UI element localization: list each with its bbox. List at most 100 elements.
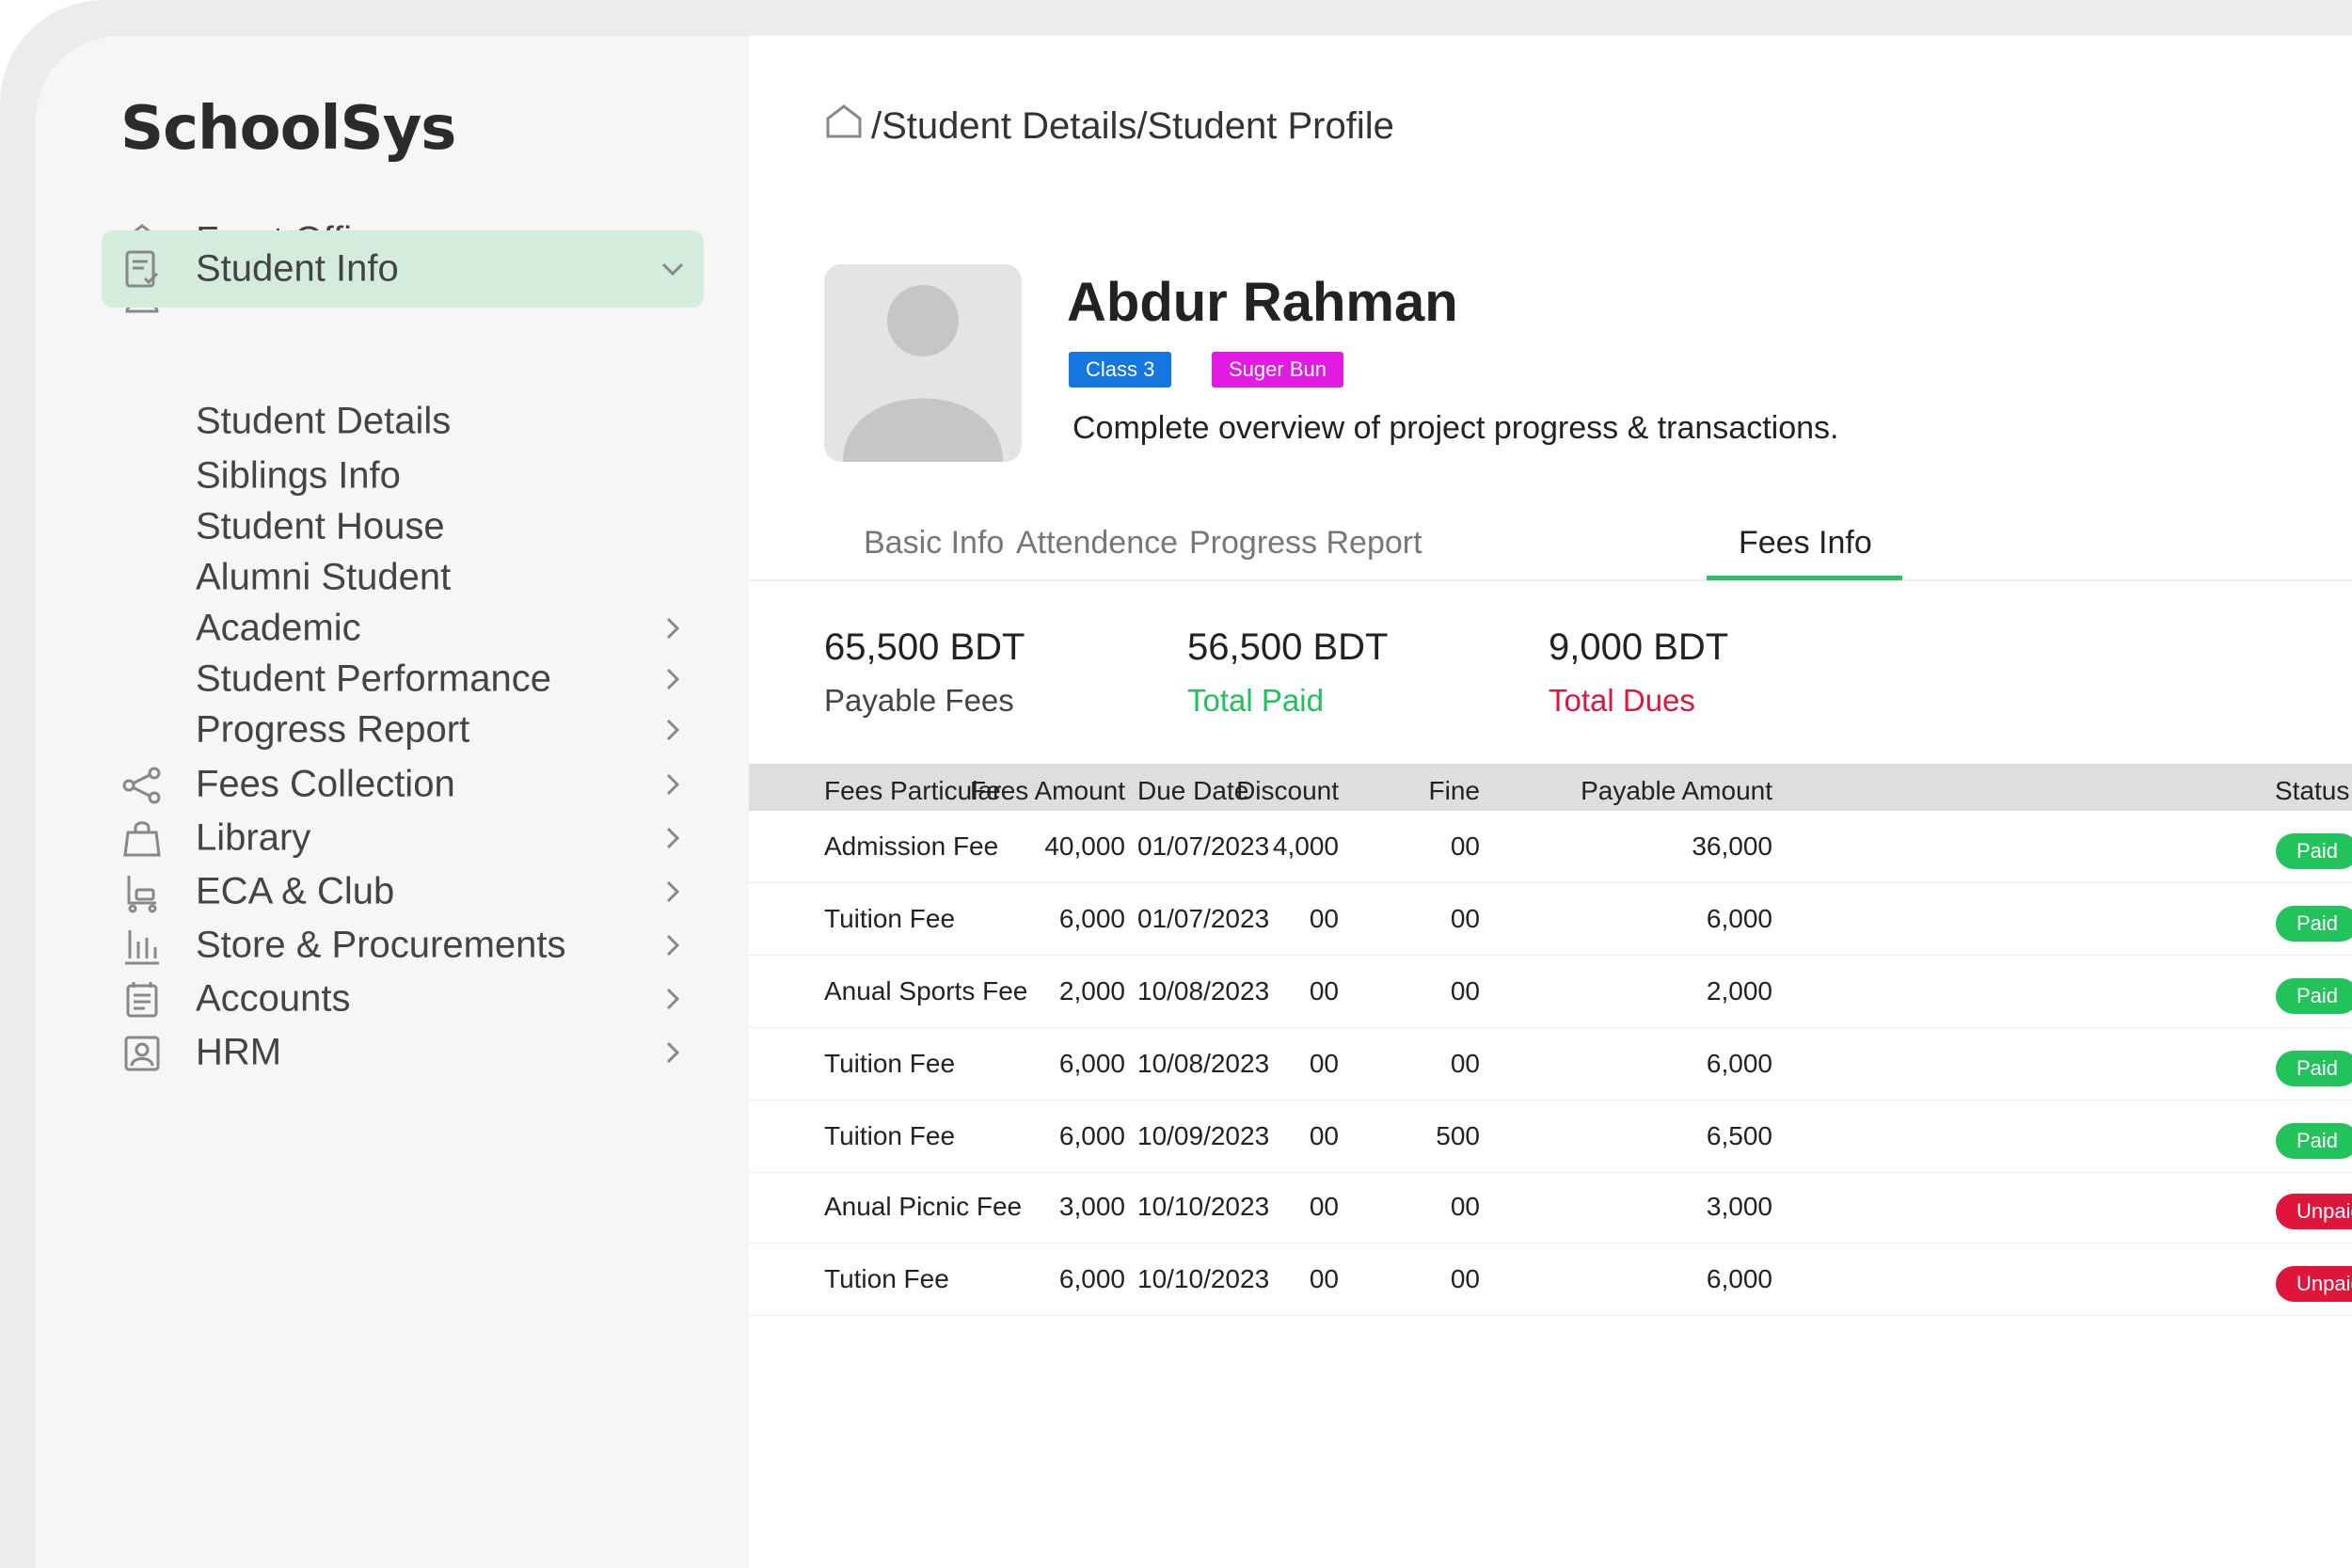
cell-payable-amount: 2,000 [1706,976,1772,1006]
cell-fine: 00 [1450,1192,1480,1221]
table-row: Admission Fee 01/07/2023 40,000 4,000 00 36,0… [749,811,2352,883]
sidebar-item-label: Student Info [196,247,399,290]
cell-fees-particular: Anual Picnic Fee [824,1192,1023,1221]
cell-fees-amount: 40,000 [1044,832,1125,861]
document-check-icon [120,247,164,291]
table-row: Tution Fee 10/10/2023 6,000 00 00 6,000 Unpaid [749,1243,2352,1316]
id-card-icon [120,1032,164,1075]
cell-fees-amount: 6,000 [1058,1264,1125,1293]
home-icon[interactable] [824,102,871,150]
status-badge: Paid [2276,906,2352,942]
cell-due-date: 10/08/2023 [1137,976,1270,1006]
tab-fees-info[interactable]: Fees Info [1739,525,1872,562]
avatar [824,264,1022,462]
table-row: Tuition Fee 10/08/2023 6,000 00 00 6,000 Paid [749,1028,2352,1101]
cell-fees-amount: 2,000 [1058,976,1125,1006]
cell-payable-amount: 6,000 [1706,1264,1772,1293]
sidebar-item-label: ECA & Club [196,870,395,912]
table-row: Tuition Fee 01/07/2023 6,000 00 00 6,000 Paid [749,883,2352,956]
table-row: Tuition Fee 10/09/2023 6,000 00 500 6,500 Paid [749,1101,2352,1173]
cell-discount: 00 [1309,1121,1339,1150]
cell-payable-amount: 6,000 [1706,904,1772,933]
cell-due-date: 01/07/2023 [1137,904,1270,933]
sidebar-item-label: Fees Collection [196,763,455,805]
col-header-discount: Discount [1236,776,1339,805]
house-badge: Suger Bun [1212,352,1343,388]
chevron-right-icon [659,716,687,744]
total-paid-label: Total Paid [1187,683,1324,718]
app-logo: SchoolSys [120,94,456,164]
main-content: /Student Details/Student Profile Abdur R… [749,36,2352,1568]
cell-discount: 00 [1309,1264,1339,1293]
chevron-right-icon [659,931,687,959]
chevron-down-icon [659,255,687,283]
cell-discount: 4,000 [1272,832,1339,861]
table-row: Anual Sports Fee 10/08/2023 2,000 00 00 2,000… [749,956,2352,1028]
cell-payable-amount: 3,000 [1706,1192,1772,1221]
cell-fees-amount: 6,000 [1058,1049,1125,1078]
class-badge: Class 3 [1069,352,1172,388]
cell-fees-particular: Admission Fee [824,832,999,861]
breadcrumb-path[interactable]: /Student Details/Student Profile [871,105,1394,148]
cell-fees-amount: 6,000 [1058,904,1125,933]
cell-fine: 00 [1450,1049,1480,1078]
chevron-right-icon [659,770,687,799]
sidebar-item-student-info[interactable]: Student Info [102,230,704,308]
cell-due-date: 01/07/2023 [1137,832,1270,861]
status-badge: Unpaid [2276,1194,2352,1229]
status-badge: Paid [2276,833,2352,869]
cell-due-date: 10/10/2023 [1137,1264,1270,1293]
cell-fine: 00 [1450,904,1480,933]
status-badge: Paid [2276,1123,2352,1159]
chevron-right-icon [659,824,687,852]
sidebar: SchoolSys Front Office Student Admission [36,36,749,1568]
table-row: Anual Picnic Fee 10/10/2023 3,000 00 00 3,000… [749,1171,2352,1243]
profile-subtitle: Complete overview of project progress & … [1073,410,1839,446]
col-header-fine: Fine [1428,776,1480,805]
cell-discount: 00 [1309,1049,1339,1078]
cell-fees-particular: Tuition Fee [824,1121,956,1150]
cell-fees-particular: Tution Fee [824,1264,949,1293]
payable-fees-label: Payable Fees [824,683,1014,718]
sidebar-item-hrm[interactable]: HRM [102,1015,704,1090]
sidebar-item-label: Progress Report [196,708,470,751]
cell-fees-amount: 6,000 [1058,1121,1125,1150]
cell-payable-amount: 6,500 [1706,1121,1772,1150]
tab-progress-report[interactable]: Progress Report [1189,525,1422,562]
chevron-right-icon [659,878,687,906]
status-badge: Paid [2276,1051,2352,1086]
sidebar-item-label: Store & Procurements [196,924,566,966]
app-window: SchoolSys Front Office Student Admission [36,36,2352,1568]
cell-discount: 00 [1309,904,1339,933]
status-badge: Unpaid [2276,1266,2352,1302]
chevron-right-icon [659,985,687,1013]
cell-fees-amount: 3,000 [1058,1192,1125,1221]
cell-due-date: 10/08/2023 [1137,1049,1270,1078]
cell-fees-particular: Anual Sports Fee [824,976,1028,1006]
sidebar-item-label: Accounts [196,977,351,1020]
cell-due-date: 10/09/2023 [1137,1121,1270,1150]
tab-attendence[interactable]: Attendence [1016,525,1178,562]
tabs-divider [749,579,2352,581]
total-paid-value: 56,500 BDT [1187,626,1389,668]
fees-table-header: Fees Particular Due Date Fees Amount Dis… [749,764,2352,811]
col-header-status: Status [2275,776,2350,805]
breadcrumb: /Student Details/Student Profile [824,102,1394,150]
col-header-payable-amount: Payable Amount [1581,776,1772,805]
tab-basic-info[interactable]: Basic Info [864,525,1004,562]
cell-fine: 00 [1450,976,1480,1006]
payable-fees-value: 65,500 BDT [824,626,1025,668]
cell-discount: 00 [1309,1192,1339,1221]
cell-payable-amount: 36,000 [1692,832,1772,861]
cell-due-date: 10/10/2023 [1137,1192,1270,1221]
cell-fine: 00 [1450,1264,1480,1293]
cell-fees-particular: Tuition Fee [824,904,956,933]
chevron-right-icon [659,1038,687,1067]
cell-discount: 00 [1309,976,1339,1006]
chevron-right-icon [659,614,687,642]
chevron-right-icon [659,665,687,693]
total-dues-label: Total Dues [1549,683,1695,718]
sidebar-item-label: Library [196,816,311,859]
total-dues-value: 9,000 BDT [1549,626,1729,668]
cell-fees-particular: Tuition Fee [824,1049,956,1078]
